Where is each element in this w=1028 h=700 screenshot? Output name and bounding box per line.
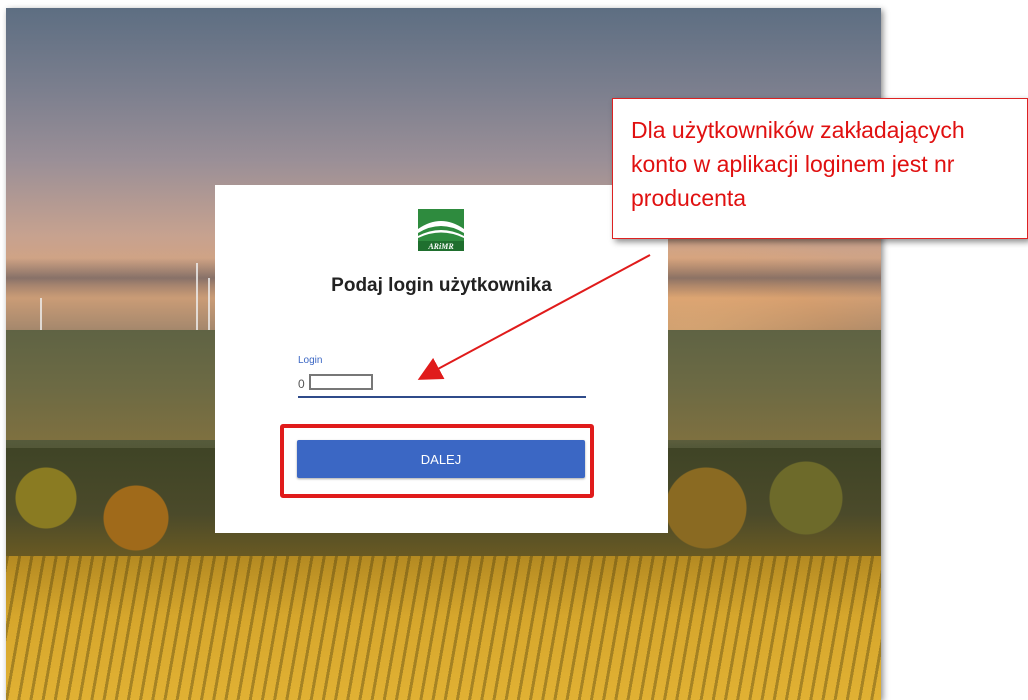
logo-text: ARiMR	[427, 242, 454, 251]
highlight-next-button	[280, 424, 594, 498]
arimr-logo-icon: ARiMR	[418, 209, 464, 251]
callout-text: Dla użytkowników zakładających konto w a…	[631, 117, 965, 211]
page-title: Podaj login użytkownika	[331, 275, 552, 296]
wind-turbine	[208, 278, 210, 334]
redacted-login-box	[309, 374, 373, 390]
annotation-callout: Dla użytkowników zakładających konto w a…	[612, 98, 1028, 239]
vineyard	[6, 556, 881, 700]
login-label: Login	[298, 355, 323, 366]
wind-turbine	[196, 263, 198, 335]
wind-turbine	[40, 298, 42, 334]
